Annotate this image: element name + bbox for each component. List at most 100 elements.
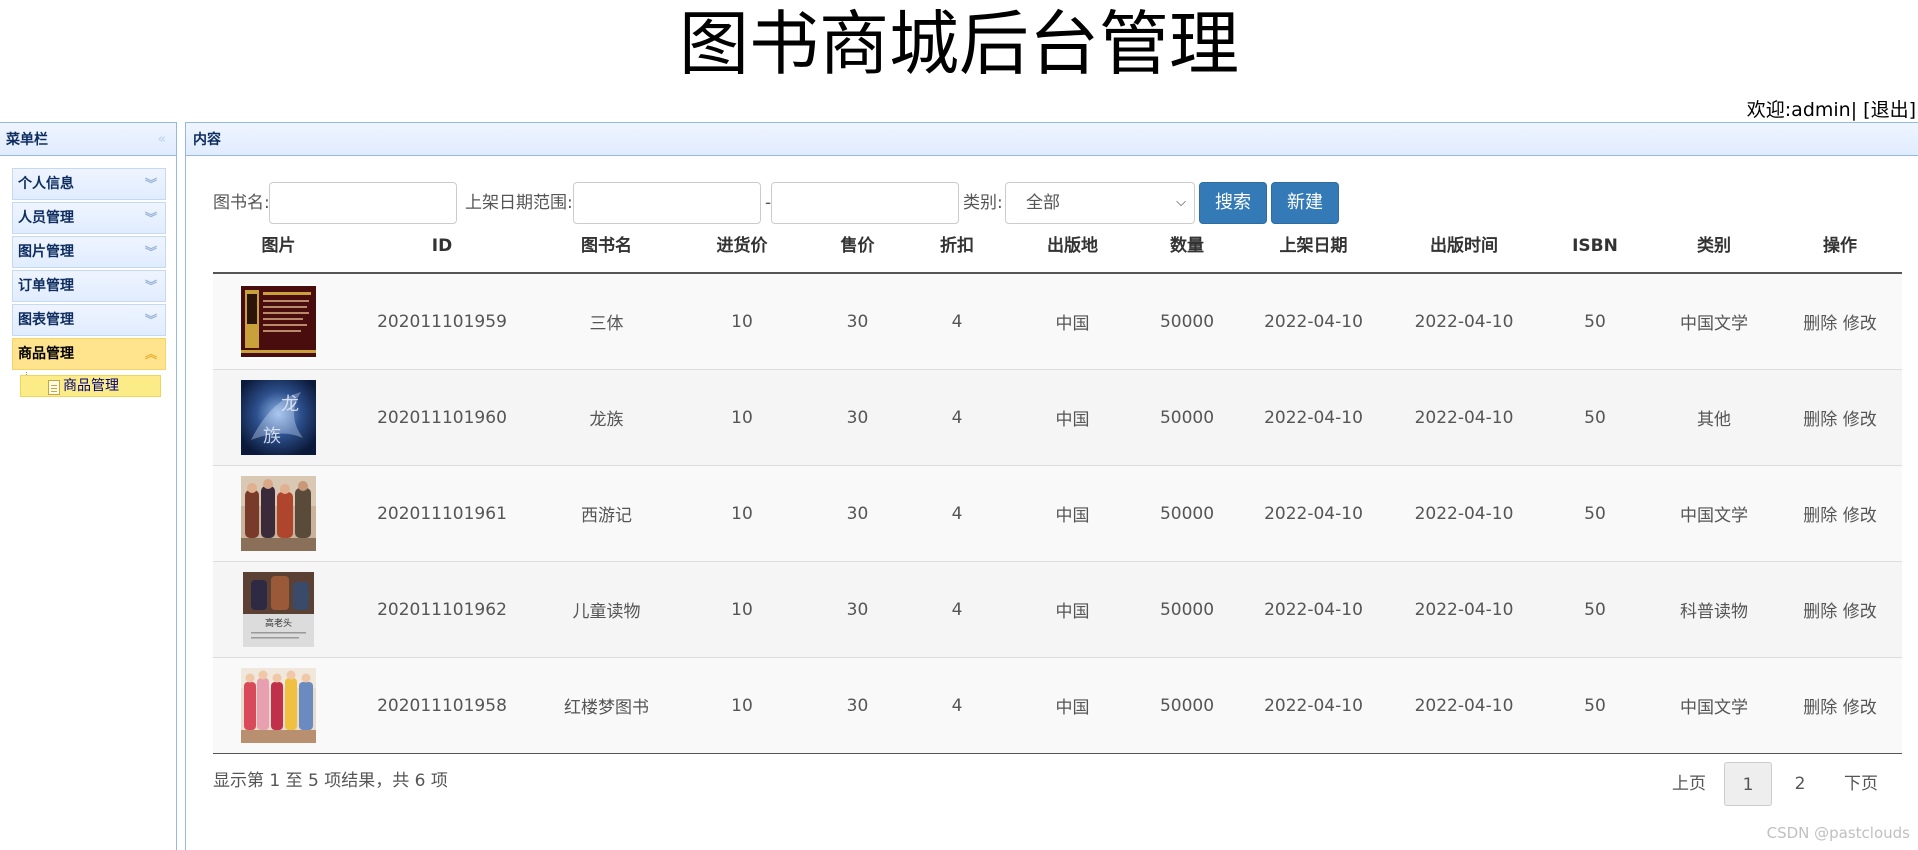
menu-item-staff-management[interactable]: 人员管理 ︾	[12, 202, 166, 234]
column-header[interactable]: 操作	[1778, 228, 1902, 274]
delete-link[interactable]: 删除	[1803, 410, 1837, 430]
table-row: 龙 族 202011101960 龙族 10 30 4 中国 50000 202…	[213, 369, 1902, 466]
column-header[interactable]: 类别	[1650, 228, 1778, 274]
isbn-cell: 50	[1540, 561, 1650, 658]
column-header[interactable]: 折扣	[904, 228, 1010, 274]
content-title: 内容	[193, 132, 221, 148]
menu-accordion: 个人信息 ︾ 人员管理 ︾ 图片管理 ︾ 订单管理 ︾ 图表管理 ︾ 商品管理 …	[12, 168, 166, 408]
menu-item-chart-management[interactable]: 图表管理 ︾	[12, 304, 166, 336]
book-name-input[interactable]	[269, 182, 457, 224]
sidebar: 菜单栏 « 个人信息 ︾ 人员管理 ︾ 图片管理 ︾ 订单管理 ︾ 图表管理 ︾…	[0, 122, 177, 850]
column-header[interactable]: 数量	[1135, 228, 1239, 274]
column-header[interactable]: 出版时间	[1388, 228, 1540, 274]
cost-cell: 10	[673, 657, 811, 754]
book-cover-image	[241, 284, 316, 359]
isbn-cell: 50	[1540, 465, 1650, 562]
search-button[interactable]: 搜索	[1199, 182, 1267, 224]
svg-text:龙: 龙	[281, 394, 299, 415]
menu-item-product-management[interactable]: 商品管理 ︽	[12, 338, 166, 370]
shelf-date-cell: 2022-04-10	[1239, 272, 1388, 370]
username: admin	[1791, 99, 1851, 121]
edit-link[interactable]: 修改	[1843, 602, 1877, 622]
new-button[interactable]: 新建	[1271, 182, 1339, 224]
column-header[interactable]: 出版地	[1010, 228, 1135, 274]
column-header[interactable]: ID	[344, 228, 540, 274]
category-cell: 其他	[1650, 369, 1778, 466]
place-cell: 中国	[1010, 369, 1135, 466]
menu-item-label: 图片管理	[18, 244, 74, 260]
search-bar: 图书名: 上架日期范围: - 类别: 全部 ⌵ 搜索 新建	[213, 182, 1613, 224]
logout-link[interactable]: [退出]	[1863, 99, 1916, 121]
date-to-input[interactable]	[771, 182, 959, 224]
shelf-date-cell: 2022-04-10	[1239, 561, 1388, 658]
category-cell: 中国文学	[1650, 657, 1778, 754]
delete-link[interactable]: 删除	[1803, 314, 1837, 334]
pub-date-cell: 2022-04-10	[1388, 369, 1540, 466]
image-cell: 高老头	[213, 561, 344, 658]
chevron-down-icon: ︾	[144, 177, 157, 191]
quantity-cell: 50000	[1135, 465, 1239, 562]
place-cell: 中国	[1010, 465, 1135, 562]
column-header[interactable]: 售价	[811, 228, 904, 274]
menu-item-order-management[interactable]: 订单管理 ︾	[12, 270, 166, 302]
image-cell: 龙 族	[213, 369, 344, 466]
delete-link[interactable]: 删除	[1803, 698, 1837, 718]
table-row: 202011101961 西游记 10 30 4 中国 50000 2022-0…	[213, 465, 1902, 562]
column-header[interactable]: ISBN	[1540, 228, 1650, 274]
menu-item-image-management[interactable]: 图片管理 ︾	[12, 236, 166, 268]
pub-date-cell: 2022-04-10	[1388, 657, 1540, 754]
edit-link[interactable]: 修改	[1843, 698, 1877, 718]
page-button[interactable]: 2	[1776, 762, 1824, 806]
name-cell: 西游记	[540, 465, 673, 562]
pagination: 上页 1 2 下页	[1658, 762, 1914, 806]
menu-item-personal-info[interactable]: 个人信息 ︾	[12, 168, 166, 200]
isbn-cell: 50	[1540, 657, 1650, 754]
prev-page-button[interactable]: 上页	[1658, 762, 1720, 806]
chevron-down-icon: ⌵	[1176, 195, 1186, 210]
edit-link[interactable]: 修改	[1843, 410, 1877, 430]
category-select[interactable]: 全部 ⌵	[1005, 182, 1195, 224]
actions-cell: 删除 修改	[1778, 272, 1902, 370]
date-range-label: 上架日期范围:	[465, 193, 573, 213]
name-cell: 红楼梦图书	[540, 657, 673, 754]
delete-link[interactable]: 删除	[1803, 602, 1837, 622]
date-from-input[interactable]	[573, 182, 761, 224]
chevron-down-icon: ︾	[144, 279, 157, 293]
id-cell: 202011101960	[344, 369, 540, 466]
actions-cell: 删除 修改	[1778, 465, 1902, 562]
submenu: 商品管理	[12, 372, 166, 408]
column-header[interactable]: 上架日期	[1239, 228, 1388, 274]
discount-cell: 4	[904, 657, 1010, 754]
chevron-up-icon: ︽	[144, 347, 157, 361]
menu-item-label: 个人信息	[18, 176, 74, 192]
page-button-current[interactable]: 1	[1724, 762, 1772, 806]
column-header[interactable]: 图片	[213, 228, 344, 274]
column-header[interactable]: 进货价	[673, 228, 811, 274]
collapse-left-icon[interactable]: «	[158, 123, 166, 157]
id-cell: 202011101959	[344, 272, 540, 370]
cost-cell: 10	[673, 465, 811, 562]
welcome-label: 欢迎:	[1746, 99, 1792, 121]
separator: |	[1850, 99, 1858, 121]
submenu-item-product-management[interactable]: 商品管理	[20, 375, 161, 397]
place-cell: 中国	[1010, 272, 1135, 370]
next-page-button[interactable]: 下页	[1830, 762, 1892, 806]
app-title: 图书商城后台管理	[679, 3, 1239, 85]
edit-link[interactable]: 修改	[1843, 314, 1877, 334]
actions-cell: 删除 修改	[1778, 369, 1902, 466]
cost-cell: 10	[673, 369, 811, 466]
category-cell: 中国文学	[1650, 465, 1778, 562]
cost-cell: 10	[673, 561, 811, 658]
delete-link[interactable]: 删除	[1803, 506, 1837, 526]
table-row: 202011101959 三体 10 30 4 中国 50000 2022-04…	[213, 272, 1902, 370]
watermark: CSDN @pastclouds	[1766, 824, 1910, 842]
id-cell: 202011101962	[344, 561, 540, 658]
edit-link[interactable]: 修改	[1843, 506, 1877, 526]
svg-text:族: 族	[263, 426, 281, 447]
pagination-info: 显示第 1 至 5 项结果，共 6 项	[213, 771, 448, 791]
content-panel: 内容 图书名: 上架日期范围: - 类别: 全部 ⌵ 搜索 新建 图片 ID 图…	[185, 122, 1918, 850]
column-header[interactable]: 图书名	[540, 228, 673, 274]
menu-item-label: 订单管理	[18, 278, 74, 294]
category-label: 类别:	[963, 193, 1003, 213]
name-cell: 三体	[540, 272, 673, 370]
